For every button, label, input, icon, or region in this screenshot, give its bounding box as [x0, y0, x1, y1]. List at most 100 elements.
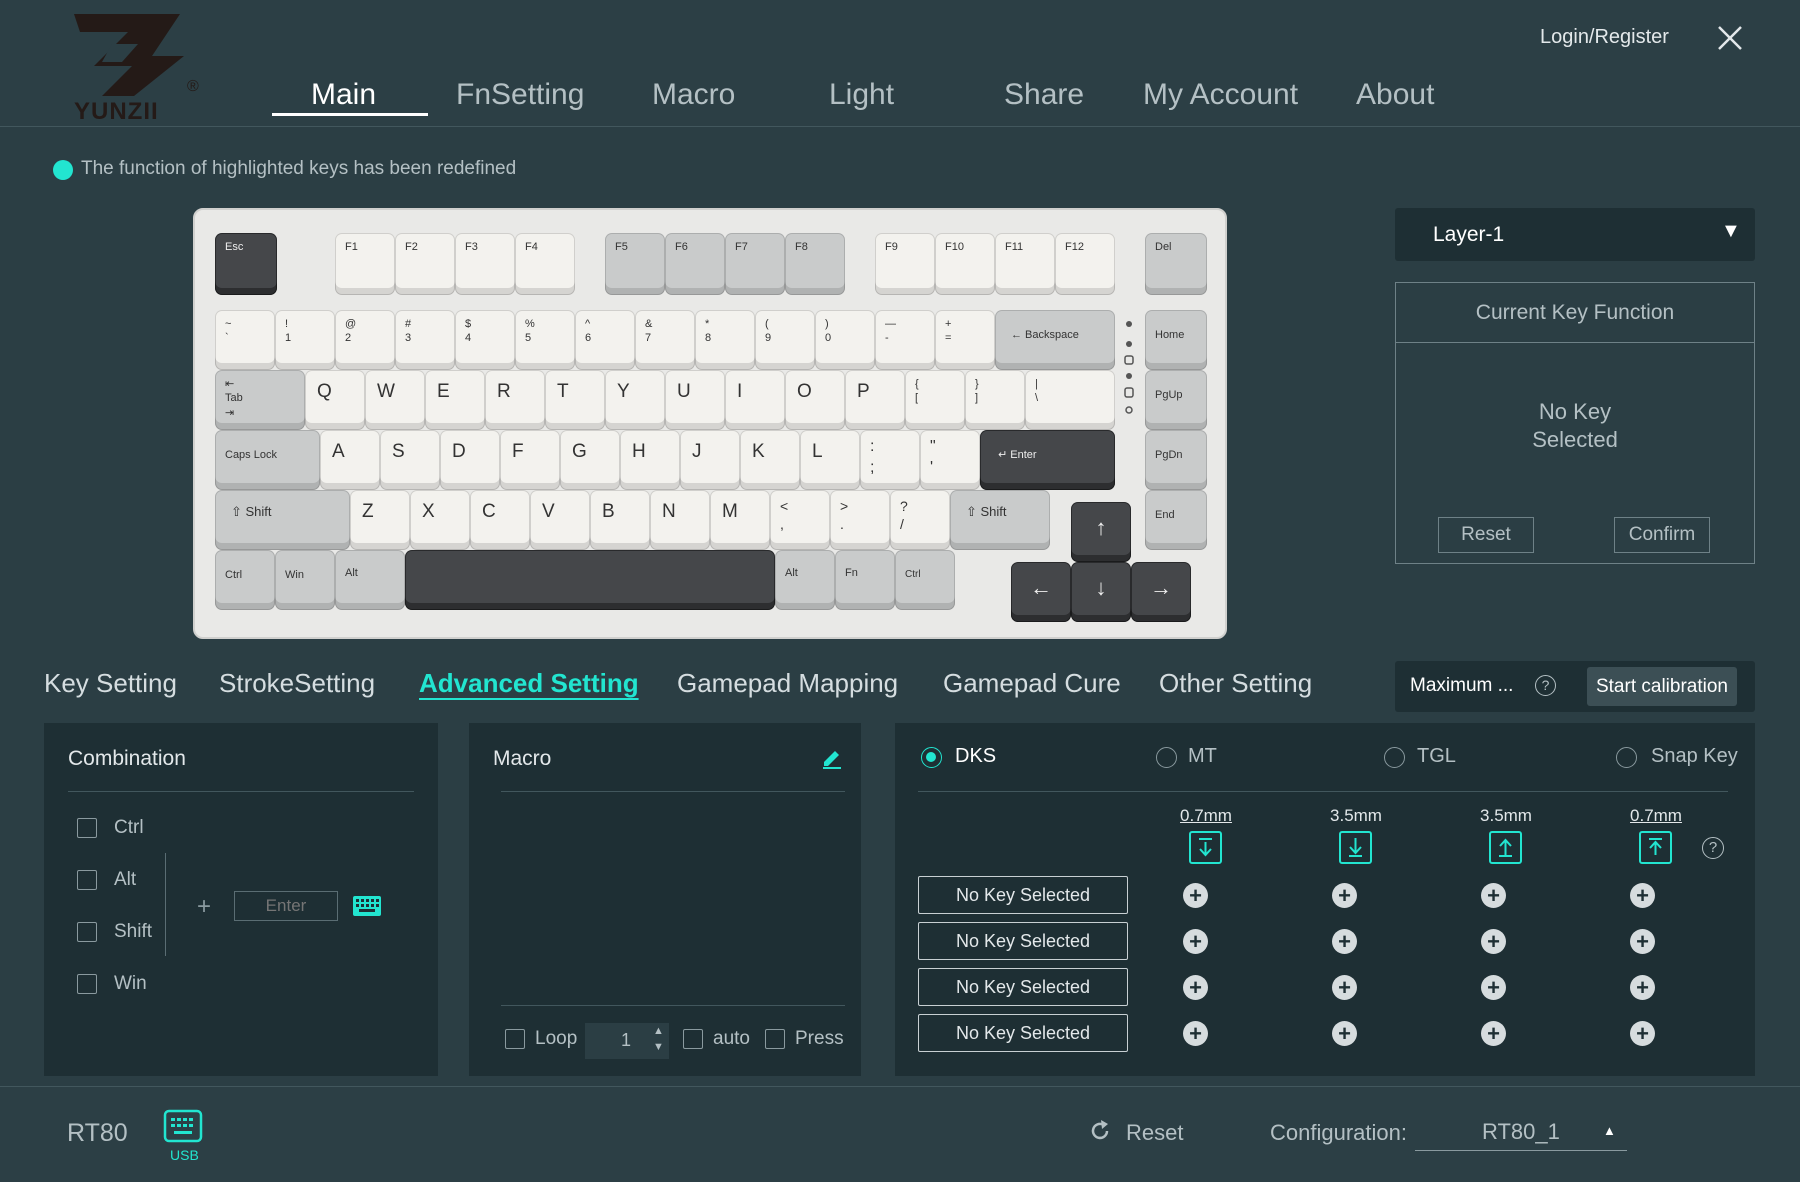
nav-tab-light[interactable]: Light: [829, 78, 894, 112]
add-action-plus-icon[interactable]: +: [1183, 883, 1208, 908]
key-4[interactable]: $ 4: [455, 310, 515, 370]
tab-advanced-setting[interactable]: Advanced Setting: [419, 668, 639, 699]
key-a[interactable]: A: [320, 430, 380, 490]
auto-checkbox[interactable]: [683, 1029, 703, 1049]
key-z[interactable]: Z: [350, 490, 410, 550]
add-action-plus-icon[interactable]: +: [1481, 1021, 1506, 1046]
key-pgdn[interactable]: PgDn: [1145, 430, 1207, 490]
nav-tab-my-account[interactable]: My Account: [1143, 78, 1298, 112]
tgl-radio[interactable]: [1384, 747, 1405, 768]
start-calibration-button[interactable]: Start calibration: [1587, 667, 1737, 706]
key-left-ctrl[interactable]: Ctrl: [215, 550, 275, 610]
add-action-plus-icon[interactable]: +: [1630, 975, 1655, 1000]
refresh-icon[interactable]: [1088, 1119, 1112, 1143]
tab-key-setting[interactable]: Key Setting: [44, 668, 177, 699]
key-p[interactable]: P: [845, 370, 905, 430]
configuration-dropdown[interactable]: RT80_1 ▲: [1415, 1117, 1627, 1151]
key-fn[interactable]: Fn: [835, 550, 895, 610]
key-f[interactable]: F: [500, 430, 560, 490]
key-9[interactable]: ( 9: [755, 310, 815, 370]
key-8[interactable]: * 8: [695, 310, 755, 370]
key-period[interactable]: > .: [830, 490, 890, 550]
ckf-reset-button[interactable]: Reset: [1438, 517, 1534, 553]
key-f4[interactable]: F4: [515, 233, 575, 295]
key-semicolon[interactable]: : ;: [860, 430, 920, 490]
key-u[interactable]: U: [665, 370, 725, 430]
nav-tab-main[interactable]: Main: [311, 78, 376, 112]
key-h[interactable]: H: [620, 430, 680, 490]
add-action-plus-icon[interactable]: +: [1630, 929, 1655, 954]
key-d[interactable]: D: [440, 430, 500, 490]
nav-tab-share[interactable]: Share: [1004, 78, 1084, 112]
calibration-help-icon[interactable]: ?: [1535, 675, 1556, 696]
add-action-plus-icon[interactable]: +: [1630, 1021, 1655, 1046]
key-right-ctrl[interactable]: Ctrl: [895, 550, 955, 610]
key-7[interactable]: & 7: [635, 310, 695, 370]
travel-release-end[interactable]: 0.7mm: [1616, 806, 1696, 826]
key-backtick[interactable]: ~ `: [215, 310, 275, 370]
key-space[interactable]: [405, 550, 775, 610]
key-k[interactable]: K: [740, 430, 800, 490]
key-comma[interactable]: < ,: [770, 490, 830, 550]
key-end[interactable]: End: [1145, 490, 1207, 550]
key-pgup[interactable]: PgUp: [1145, 370, 1207, 430]
shift-checkbox[interactable]: [77, 922, 97, 942]
key-x[interactable]: X: [410, 490, 470, 550]
key-right-alt[interactable]: Alt: [775, 550, 835, 610]
key-left-arrow[interactable]: ←: [1011, 562, 1071, 622]
dks-key-slot-4[interactable]: No Key Selected: [918, 1014, 1128, 1052]
loop-count-stepper[interactable]: 1 ▲ ▼: [585, 1023, 669, 1059]
calibration-mode-dropdown[interactable]: Maximum ...: [1410, 675, 1513, 697]
key-tab[interactable]: ⇤ Tab ⇥: [215, 370, 305, 430]
key-r[interactable]: R: [485, 370, 545, 430]
key-f2[interactable]: F2: [395, 233, 455, 295]
add-action-plus-icon[interactable]: +: [1332, 1021, 1357, 1046]
nav-tab-fnsetting[interactable]: FnSetting: [456, 78, 584, 112]
nav-tab-macro[interactable]: Macro: [652, 78, 735, 112]
key-up-arrow[interactable]: ↑: [1071, 502, 1131, 562]
layer-dropdown[interactable]: Layer-1 ▼: [1395, 208, 1755, 261]
mt-radio[interactable]: [1156, 747, 1177, 768]
travel-press-start[interactable]: 0.7mm: [1166, 806, 1246, 826]
key-3[interactable]: # 3: [395, 310, 455, 370]
keyboard-picker-button[interactable]: [352, 895, 382, 917]
key-f5[interactable]: F5: [605, 233, 665, 295]
footer-reset-button[interactable]: Reset: [1126, 1120, 1183, 1146]
key-left-shift[interactable]: ⇧ Shift: [215, 490, 350, 550]
key-f8[interactable]: F8: [785, 233, 845, 295]
key-minus[interactable]: — -: [875, 310, 935, 370]
combination-key-input[interactable]: [234, 891, 338, 921]
ctrl-checkbox[interactable]: [77, 818, 97, 838]
key-del[interactable]: Del: [1145, 233, 1207, 295]
key-w[interactable]: W: [365, 370, 425, 430]
key-f6[interactable]: F6: [665, 233, 725, 295]
key-caps-lock[interactable]: Caps Lock: [215, 430, 320, 490]
key-left-alt[interactable]: Alt: [335, 550, 405, 610]
dks-help-icon[interactable]: ?: [1702, 837, 1724, 859]
tab-other-setting[interactable]: Other Setting: [1159, 668, 1312, 699]
add-action-plus-icon[interactable]: +: [1183, 1021, 1208, 1046]
add-action-plus-icon[interactable]: +: [1481, 929, 1506, 954]
key-quote[interactable]: " ': [920, 430, 980, 490]
add-action-plus-icon[interactable]: +: [1183, 975, 1208, 1000]
stepper-down-icon[interactable]: ▼: [653, 1041, 664, 1053]
key-0[interactable]: ) 0: [815, 310, 875, 370]
key-i[interactable]: I: [725, 370, 785, 430]
key-b[interactable]: B: [590, 490, 650, 550]
add-action-plus-icon[interactable]: +: [1332, 975, 1357, 1000]
win-checkbox[interactable]: [77, 974, 97, 994]
key-c[interactable]: C: [470, 490, 530, 550]
key-win[interactable]: Win: [275, 550, 335, 610]
key-f10[interactable]: F10: [935, 233, 995, 295]
key-slash[interactable]: ? /: [890, 490, 950, 550]
key-j[interactable]: J: [680, 430, 740, 490]
key-f1[interactable]: F1: [335, 233, 395, 295]
alt-checkbox[interactable]: [77, 870, 97, 890]
add-action-plus-icon[interactable]: +: [1183, 929, 1208, 954]
close-button[interactable]: [1716, 24, 1744, 52]
key-5[interactable]: % 5: [515, 310, 575, 370]
key-f3[interactable]: F3: [455, 233, 515, 295]
login-register-link[interactable]: Login/Register: [1540, 26, 1669, 49]
key-6[interactable]: ^ 6: [575, 310, 635, 370]
tab-gamepad-mapping[interactable]: Gamepad Mapping: [677, 668, 898, 699]
